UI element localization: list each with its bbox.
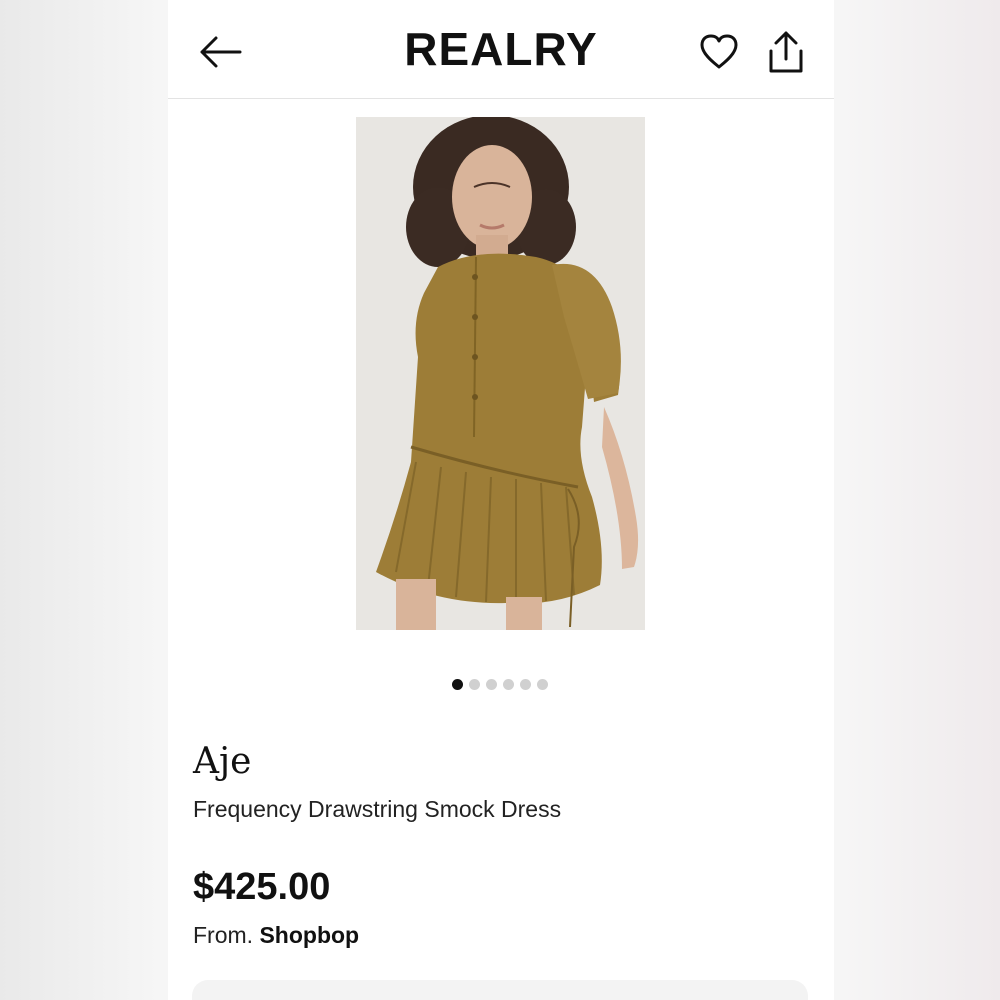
pagination-dot[interactable] xyxy=(537,679,548,690)
pagination-dot[interactable] xyxy=(452,679,463,690)
share-button[interactable] xyxy=(762,28,810,76)
seller-name[interactable]: Shopbop xyxy=(259,922,359,948)
from-label: From. xyxy=(193,922,254,948)
pagination-dot[interactable] xyxy=(469,679,480,690)
product-title: Frequency Drawstring Smock Dress xyxy=(193,796,562,822)
share-icon xyxy=(769,31,803,73)
image-pagination-dots xyxy=(452,679,548,690)
seller-info: From. Shopbop xyxy=(193,922,359,949)
top-navigation-bar: REALRY xyxy=(168,0,834,99)
heart-icon xyxy=(700,34,738,69)
pagination-dot[interactable] xyxy=(486,679,497,690)
product-page: REALRY Aje Frequency Drawstring Smock Dr… xyxy=(168,0,834,1000)
product-image[interactable] xyxy=(356,117,645,630)
pagination-dot[interactable] xyxy=(503,679,514,690)
pagination-dot[interactable] xyxy=(520,679,531,690)
favorite-button[interactable] xyxy=(695,28,743,76)
bottom-action-card[interactable] xyxy=(192,980,808,1000)
dress-photo xyxy=(356,117,645,630)
brand-name: Aje xyxy=(193,741,252,782)
product-price: $425.00 xyxy=(193,866,331,908)
